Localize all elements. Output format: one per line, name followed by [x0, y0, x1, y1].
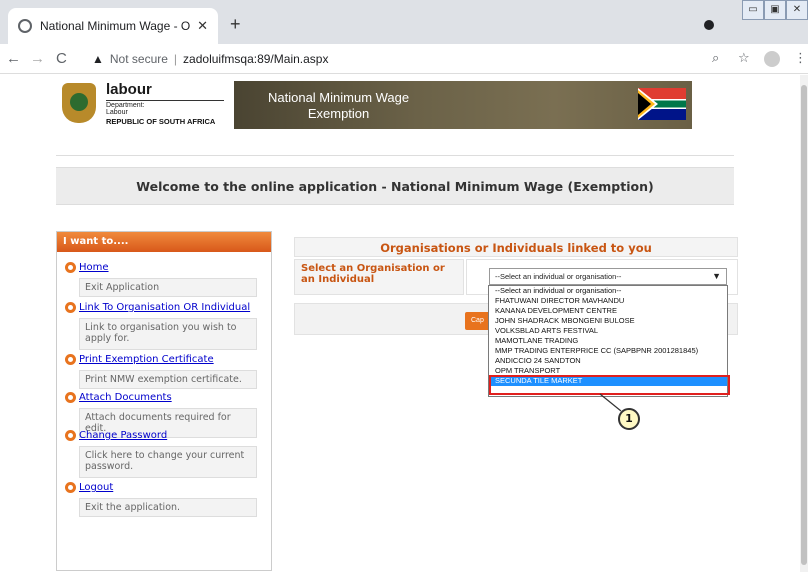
page-content: labour Department: Labour REPUBLIC OF SO… — [0, 75, 808, 572]
department-logo: labour Department: Labour REPUBLIC OF SO… — [62, 81, 232, 131]
security-text: Not secure — [109, 52, 168, 66]
bullet-icon — [65, 354, 76, 365]
dropdown-option[interactable]: VOLKSBLAD ARTS FESTIVAL — [489, 326, 727, 336]
select-label: Select an Organisation or an Individual — [294, 259, 464, 295]
warning-icon: ▲ — [92, 52, 104, 66]
menu-item-desc: Print NMW exemption certificate. — [79, 370, 257, 389]
bullet-icon — [65, 430, 76, 441]
dropdown-option[interactable]: ANDICCIO 24 SANDTON — [489, 356, 727, 366]
coat-of-arms-icon — [62, 83, 96, 123]
forward-icon[interactable]: → — [30, 50, 45, 67]
star-icon[interactable]: ☆ — [738, 51, 750, 66]
browser-tab-bar: National Minimum Wage - Onlin ✕ + ▭ ▣ ✕ — [0, 0, 808, 44]
dropdown-option[interactable]: --Select an individual or organisation-- — [489, 286, 727, 296]
more-icon[interactable]: ⋮ — [794, 51, 807, 66]
menu-item-desc: Click here to change your current passwo… — [79, 446, 257, 478]
panel-title: Organisations or Individuals linked to y… — [294, 237, 738, 257]
bullet-icon — [65, 262, 76, 273]
dropdown-option[interactable]: FHATUWANI DIRECTOR MAVHANDU — [489, 296, 727, 306]
url-text: zadoluifmsqa:89/Main.aspx — [183, 52, 329, 66]
change-password-link[interactable]: Change Password — [79, 430, 167, 441]
back-icon[interactable]: ← — [6, 50, 21, 67]
bullet-icon — [65, 482, 76, 493]
new-tab-button[interactable]: + — [230, 14, 241, 35]
browser-tab[interactable]: National Minimum Wage - Onlin ✕ — [8, 8, 218, 44]
logo-department: Department: Labour — [106, 102, 145, 116]
logo-rule — [106, 100, 224, 101]
banner-line: Exemption — [307, 106, 370, 121]
dropdown-option[interactable]: KANANA DEVELOPMENT CENTRE — [489, 306, 727, 316]
page-scrollbar[interactable] — [800, 75, 808, 572]
welcome-heading: Welcome to the online application - Nati… — [56, 167, 734, 205]
dropdown-option[interactable]: JOHN SHADRACK MBONGENI BULOSE — [489, 316, 727, 326]
reload-icon[interactable]: C — [56, 50, 67, 67]
logo-department-line: Labour — [106, 109, 128, 116]
close-window-button[interactable]: ✕ — [786, 0, 808, 20]
logo-department-line: Department: — [106, 102, 145, 109]
banner-line: National Minimum Wage — [268, 90, 410, 105]
bullet-icon — [65, 392, 76, 403]
chevron-down-icon: ▼ — [712, 271, 721, 281]
globe-icon — [18, 19, 32, 33]
highlight-box — [489, 375, 730, 395]
scrollbar-thumb[interactable] — [801, 85, 807, 565]
recording-icon — [704, 20, 714, 30]
account-icon[interactable] — [764, 51, 780, 67]
bullet-icon — [65, 302, 76, 313]
organisation-select[interactable]: --Select an individual or organisation--… — [489, 268, 727, 285]
divider — [56, 155, 734, 156]
logout-link[interactable]: Logout — [79, 482, 113, 493]
tab-title: National Minimum Wage - Onlin — [40, 19, 191, 33]
action-menu: I want to.... Home Exit Application Link… — [56, 231, 272, 571]
home-link[interactable]: Home — [79, 262, 109, 273]
minimize-button[interactable]: ▭ — [742, 0, 764, 20]
header-banner: National Minimum Wage Exemption — [234, 81, 692, 129]
maximize-button[interactable]: ▣ — [764, 0, 786, 20]
menu-item-desc: Link to organisation you wish to apply f… — [79, 318, 257, 350]
print-certificate-link[interactable]: Print Exemption Certificate — [79, 354, 214, 365]
zoom-icon[interactable]: ⌕ — [712, 51, 719, 66]
link-organisation-link[interactable]: Link To Organisation OR Individual — [79, 302, 250, 313]
logo-country: REPUBLIC OF SOUTH AFRICA — [106, 117, 216, 126]
browser-toolbar: ← → C ▲ Not secure | zadoluifmsqa:89/Mai… — [0, 44, 808, 74]
banner-title: National Minimum Wage Exemption — [268, 90, 409, 122]
address-bar[interactable]: ▲ Not secure | zadoluifmsqa:89/Main.aspx — [92, 48, 742, 70]
tab-close-icon[interactable]: ✕ — [197, 18, 208, 34]
menu-item-desc: Exit Application — [79, 278, 257, 297]
divider: | — [173, 52, 178, 66]
south-africa-flag-icon — [638, 88, 686, 120]
select-value: --Select an individual or organisation-- — [495, 272, 622, 281]
dropdown-option[interactable]: MMP TRADING ENTERPRICE CC (SAPBPNR 20012… — [489, 346, 727, 356]
menu-item-desc: Exit the application. — [79, 498, 257, 517]
logo-title: labour — [106, 81, 152, 98]
dropdown-option[interactable]: MAMOTLANE TRADING — [489, 336, 727, 346]
attach-documents-link[interactable]: Attach Documents — [79, 392, 172, 403]
menu-header: I want to.... — [57, 232, 271, 252]
step-callout: 1 — [618, 408, 640, 430]
